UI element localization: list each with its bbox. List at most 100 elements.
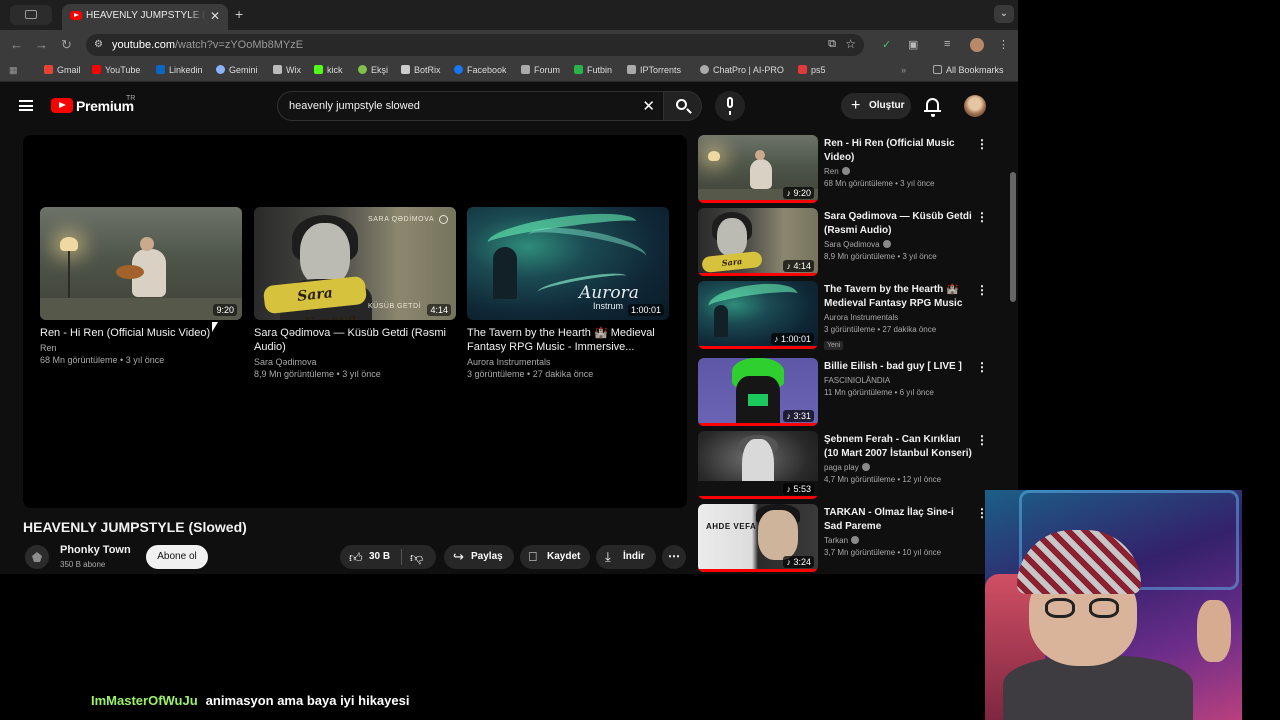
- bookmark-star-icon[interactable]: ☆: [845, 37, 856, 51]
- browser-menu-icon[interactable]: ⋮: [998, 38, 1009, 51]
- bookmark-chatpro[interactable]: ChatPro | AI-PRO: [700, 65, 784, 75]
- bookmark-futbin[interactable]: Futbin: [574, 65, 612, 75]
- more-actions-button[interactable]: ⋯: [662, 545, 686, 569]
- recommendation-title[interactable]: Şebnem Ferah - Can Kırıkları (10 Mart 20…: [824, 433, 972, 461]
- bookmark-gemini[interactable]: Gemini: [216, 65, 258, 75]
- download-button[interactable]: ⤓ İndir: [596, 545, 656, 569]
- browser-window: HEAVENLY JUMPSTYLE (Slov ✕ + ⌄ ← → ↻ ⚙ y…: [0, 0, 1018, 574]
- page-scrollbar[interactable]: [1010, 172, 1016, 302]
- recommendation-title[interactable]: Ren - Hi Ren (Official Music Video): [824, 137, 972, 165]
- more-options-icon[interactable]: ⋮: [976, 283, 988, 297]
- tab-search-icon[interactable]: ⌄: [994, 5, 1014, 23]
- reload-icon[interactable]: ↻: [61, 37, 72, 53]
- verified-icon: [861, 463, 870, 471]
- share-button[interactable]: ↪ Paylaş: [444, 545, 514, 569]
- bookmark-gmail[interactable]: Gmail: [44, 65, 81, 75]
- menu-icon[interactable]: [19, 100, 33, 111]
- youtube-logo-icon[interactable]: [51, 98, 73, 113]
- recommendation-meta: 68 Mn görüntüleme • 3 yıl önce: [824, 179, 935, 188]
- extension-check-icon[interactable]: ✓: [882, 38, 891, 51]
- more-options-icon[interactable]: ⋮: [976, 137, 988, 151]
- back-icon[interactable]: ←: [10, 37, 23, 52]
- create-button[interactable]: + Oluştur: [841, 93, 911, 119]
- more-options-icon[interactable]: ⋮: [976, 433, 988, 447]
- recommendation-title[interactable]: TARKAN - Olmaz İlaç Sine-i Sad Pareme: [824, 506, 972, 534]
- recommendation-item[interactable]: ♪ 5:53 Şebnem Ferah - Can Kırıkları (10 …: [698, 431, 998, 499]
- new-tab-icon[interactable]: +: [235, 6, 243, 22]
- recommendation-thumbnail[interactable]: ♪ 3:31: [698, 358, 818, 426]
- bookmark-linkedin[interactable]: Linkedin: [156, 65, 203, 75]
- streamer-jacket: [1003, 656, 1193, 720]
- like-count[interactable]: 30 B: [369, 551, 390, 562]
- forward-icon[interactable]: →: [35, 37, 48, 52]
- folder-icon: [933, 65, 942, 74]
- bookmark-wix[interactable]: Wix: [273, 65, 301, 75]
- recommendation-item[interactable]: ♪ 1:00:01 The Tavern by the Hearth 🏰 Med…: [698, 281, 998, 350]
- end-screen-video[interactable]: Sara Qədimova SARA QƏDİMOVA KÜSÜB GETDİ …: [254, 207, 456, 379]
- search-input[interactable]: heavenly jumpstyle slowed ✕: [277, 91, 664, 121]
- duration-badge: 1:00:01: [627, 304, 664, 316]
- recommendation-item[interactable]: Sara Qədimova ♪ 4:14 Sara Qədimova — Küs…: [698, 208, 998, 276]
- browser-tab-active[interactable]: HEAVENLY JUMPSTYLE (Slov ✕: [62, 4, 228, 30]
- bookmark-ps5[interactable]: ps5: [798, 65, 826, 75]
- watched-progress: [698, 569, 818, 572]
- recommendation-title[interactable]: Billie Eilish - bad guy [ LIVE ]: [824, 360, 972, 374]
- channel-avatar[interactable]: [25, 545, 49, 569]
- clear-search-icon[interactable]: ✕: [642, 97, 655, 115]
- video-player[interactable]: 9:20 Ren - Hi Ren (Official Music Video)…: [23, 135, 687, 508]
- recommendation-item[interactable]: AHDE VEFA ♪ 3:24 TARKAN - Olmaz İlaç Sin…: [698, 504, 998, 572]
- recommendation-title[interactable]: Sara Qədimova — Küsüb Getdi (Rəsmi Audio…: [824, 210, 972, 238]
- lamp-shape: [708, 151, 720, 161]
- recommendation-channel: Aurora Instrumentals: [824, 313, 899, 322]
- like-icon[interactable]: 👍︎: [349, 550, 363, 566]
- account-avatar[interactable]: [964, 95, 986, 117]
- end-screen-thumbnail[interactable]: 9:20: [40, 207, 242, 320]
- verified-icon: [851, 536, 860, 544]
- end-screen-video[interactable]: Aurora Instrum 1:00:01 The Tavern by the…: [467, 207, 669, 379]
- bookmark-facebook[interactable]: Facebook: [454, 65, 507, 75]
- end-screen-thumbnail[interactable]: Sara Qədimova SARA QƏDİMOVA KÜSÜB GETDİ …: [254, 207, 456, 320]
- bookmark-kick[interactable]: kick: [314, 65, 343, 75]
- all-bookmarks[interactable]: All Bookmarks: [933, 65, 1004, 75]
- more-bookmarks-icon[interactable]: »: [901, 65, 906, 75]
- reading-list-icon[interactable]: ≡: [944, 38, 950, 50]
- search-button[interactable]: [664, 91, 702, 121]
- recommendation-thumbnail[interactable]: AHDE VEFA ♪ 3:24: [698, 504, 818, 572]
- recommendation-item[interactable]: ♪ 9:20 Ren - Hi Ren (Official Music Vide…: [698, 135, 998, 203]
- end-screen-thumbnail[interactable]: Aurora Instrum 1:00:01: [467, 207, 669, 320]
- bookmark-eksi[interactable]: Ekşi: [358, 65, 388, 75]
- tab-groups-button[interactable]: [10, 5, 52, 25]
- end-screen-video[interactable]: 9:20 Ren - Hi Ren (Official Music Video)…: [40, 207, 242, 365]
- recommendation-title[interactable]: The Tavern by the Hearth 🏰 Medieval Fant…: [824, 283, 972, 311]
- url-text[interactable]: youtube.com/watch?v=zYOoMb8MYzE: [112, 39, 303, 51]
- more-options-icon[interactable]: ⋮: [976, 210, 988, 224]
- site-info-icon[interactable]: ⚙: [94, 39, 103, 50]
- bookmark-forum[interactable]: Forum: [521, 65, 560, 75]
- bookmark-iptorrents[interactable]: IPTorrents: [627, 65, 681, 75]
- recommendation-thumbnail[interactable]: ♪ 1:00:01: [698, 281, 818, 349]
- recommendation-item[interactable]: ♪ 3:31 Billie Eilish - bad guy [ LIVE ] …: [698, 358, 998, 426]
- voice-search-button[interactable]: [715, 91, 745, 121]
- end-screen-title[interactable]: The Tavern by the Hearth 🏰 Medieval Fant…: [467, 326, 669, 354]
- install-app-icon[interactable]: ⧉: [828, 38, 836, 51]
- address-bar[interactable]: ⚙ youtube.com/watch?v=zYOoMb8MYzE ⧉ ☆: [86, 34, 864, 56]
- bookmark-botrix[interactable]: BotRix: [401, 65, 441, 75]
- wix-icon: [273, 65, 282, 74]
- recommendation-thumbnail[interactable]: ♪ 5:53: [698, 431, 818, 499]
- apps-grid-icon[interactable]: ▦: [9, 65, 18, 76]
- extensions-puzzle-icon[interactable]: ▣: [908, 38, 918, 51]
- bookmark-youtube[interactable]: YouTube: [92, 65, 140, 75]
- save-button[interactable]: ⎕ Kaydet: [520, 545, 590, 569]
- notifications-bell-icon[interactable]: [924, 98, 941, 117]
- channel-name[interactable]: Phonky Town: [60, 544, 131, 556]
- end-screen-title[interactable]: Sara Qədimova — Küsüb Getdi (Rəsmi Audio…: [254, 326, 456, 354]
- profile-avatar[interactable]: [970, 38, 984, 52]
- close-tab-icon[interactable]: ✕: [210, 9, 220, 23]
- recommendation-thumbnail[interactable]: Sara Qədimova ♪ 4:14: [698, 208, 818, 276]
- subscribe-button[interactable]: Abone ol: [146, 545, 208, 569]
- search-query[interactable]: heavenly jumpstyle slowed: [289, 100, 420, 112]
- recommendation-channel: Sara Qədimova: [824, 240, 972, 249]
- recommendation-thumbnail[interactable]: ♪ 9:20: [698, 135, 818, 203]
- dislike-icon[interactable]: 👎︎: [410, 550, 423, 566]
- more-options-icon[interactable]: ⋮: [976, 360, 988, 374]
